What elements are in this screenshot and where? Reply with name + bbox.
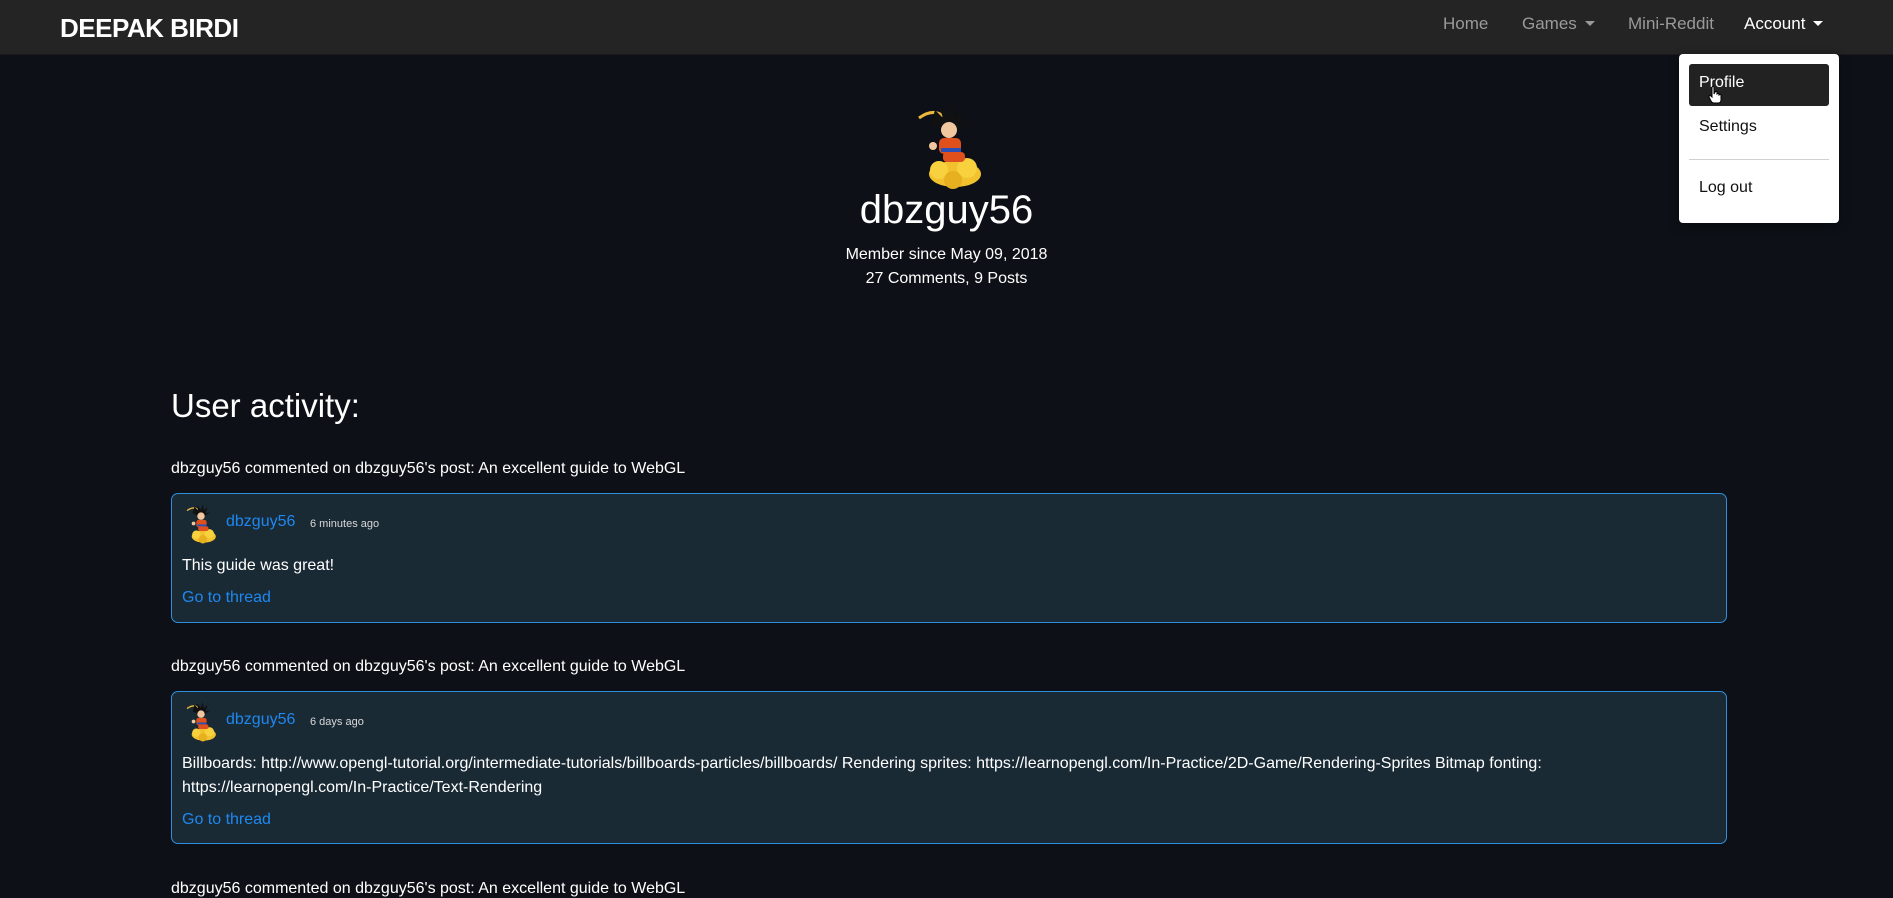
activity-summary: dbzguy56 commented on dbzguy56's post: A… bbox=[171, 658, 686, 675]
activity-summary: dbzguy56 commented on dbzguy56's post: A… bbox=[171, 460, 686, 477]
chevron-down-icon bbox=[1813, 21, 1824, 26]
nav-games-label: Games bbox=[1522, 14, 1577, 33]
comment-timestamp: 6 minutes ago bbox=[310, 518, 380, 530]
comment-body: This guide was great! bbox=[182, 557, 335, 574]
nav-mini-reddit-link[interactable]: Mini-Reddit bbox=[1628, 14, 1714, 34]
nav-home-link[interactable]: Home bbox=[1443, 14, 1488, 34]
go-to-thread-link[interactable]: Go to thread bbox=[182, 811, 271, 829]
member-since-text: Member since May 09, 2018 bbox=[845, 246, 1048, 263]
brand-logo[interactable]: DEEPAK BIRDI bbox=[60, 13, 239, 44]
nav-games-dropdown[interactable]: Games bbox=[1522, 14, 1595, 34]
menu-item-settings[interactable]: Settings bbox=[1689, 108, 1829, 150]
nav-account-label: Account bbox=[1744, 14, 1806, 33]
menu-divider bbox=[1689, 159, 1829, 160]
comment-card: dbzguy56 6 minutes ago This guide was gr… bbox=[171, 493, 1727, 623]
activity-summary: dbzguy56 commented on dbzguy56's post: A… bbox=[171, 880, 686, 897]
comment-avatar bbox=[182, 702, 220, 742]
comment-username-link[interactable]: dbzguy56 bbox=[226, 711, 295, 729]
top-navbar: DEEPAK BIRDI Home Games Mini-Reddit Acco… bbox=[0, 0, 1893, 54]
comment-card: dbzguy56 6 days ago Billboards: http://w… bbox=[171, 691, 1727, 844]
nav-account-dropdown[interactable]: Account bbox=[1744, 14, 1824, 34]
go-to-thread-link[interactable]: Go to thread bbox=[182, 589, 271, 607]
comment-timestamp: 6 days ago bbox=[310, 716, 364, 728]
comment-username-link[interactable]: dbzguy56 bbox=[226, 513, 295, 531]
profile-avatar bbox=[908, 104, 990, 190]
profile-username: dbzguy56 bbox=[859, 188, 1034, 232]
profile-stats-text: 27 Comments, 9 Posts bbox=[865, 270, 1028, 287]
activity-heading: User activity: bbox=[171, 387, 360, 424]
comment-body: Billboards: http://www.opengl-tutorial.o… bbox=[182, 755, 1542, 796]
chevron-down-icon bbox=[1584, 21, 1595, 26]
hand-cursor-icon bbox=[1708, 86, 1722, 104]
comment-avatar bbox=[182, 504, 220, 544]
